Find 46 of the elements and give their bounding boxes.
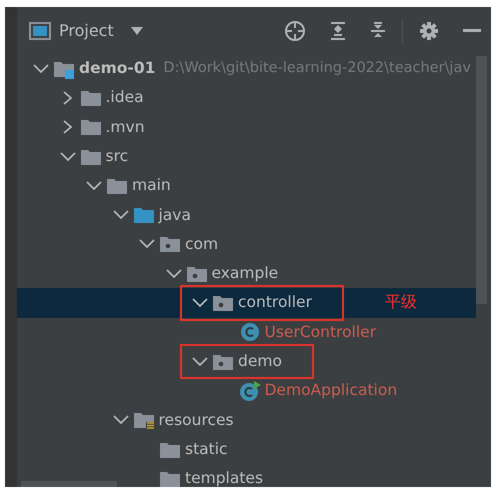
- tree-item-label: main: [132, 175, 171, 196]
- tree-item-label: .mvn: [106, 116, 145, 138]
- locate-icon[interactable]: [284, 20, 306, 42]
- tree-item-label: UserController: [264, 322, 376, 343]
- package-icon: [212, 293, 234, 314]
- annotation-note: 平级: [385, 291, 417, 314]
- tree-item-label: controller: [238, 292, 312, 314]
- tree-item-label: DemoApplication: [264, 380, 398, 402]
- horizontal-scrollbar[interactable]: [21, 481, 117, 487]
- tree-row[interactable]: .idea: [17, 83, 476, 113]
- panel-title[interactable]: Project: [59, 18, 114, 42]
- module-path: D:\Work\git\bite-learning-2022\teacher\jav: [163, 58, 471, 78]
- project-window-icon: [29, 20, 51, 40]
- tree-row[interactable]: static: [17, 434, 476, 464]
- tree-item-label: src: [106, 146, 128, 167]
- tree-row[interactable]: demo: [17, 346, 476, 376]
- tree-row[interactable]: demo-01 D:\Work\git\bite-learning-2022\teacher\jav: [17, 54, 476, 84]
- tree-row[interactable]: .mvn: [17, 112, 476, 142]
- tree-row[interactable]: com: [17, 230, 476, 260]
- expand-all-icon[interactable]: [330, 20, 346, 40]
- minimize-icon[interactable]: [463, 28, 481, 32]
- tree-item-label: static: [185, 438, 228, 460]
- tree-row[interactable]: templates: [17, 464, 476, 487]
- tree-row[interactable]: resources: [17, 406, 476, 435]
- application-class-icon: [238, 380, 260, 401]
- tree-row[interactable]: java: [17, 200, 476, 230]
- tree-row[interactable]: example: [17, 259, 476, 288]
- tree-item-label: demo-01: [79, 58, 156, 80]
- resources-folder-icon: [132, 410, 154, 430]
- tree-item-label: templates: [185, 468, 264, 487]
- tree-item-label: com: [185, 234, 218, 255]
- tree-item-label: .idea: [106, 87, 144, 108]
- tree-item-label: resources: [158, 410, 234, 431]
- tree-item-label: java: [158, 204, 191, 226]
- class-icon: [238, 322, 260, 342]
- package-icon: [159, 234, 181, 254]
- tree-row[interactable]: controller 平级: [17, 288, 476, 318]
- tree-item-label: example: [212, 263, 278, 284]
- vertical-scrollbar[interactable]: [476, 56, 487, 304]
- tree-row[interactable]: main: [17, 171, 476, 200]
- folder-icon: [80, 117, 102, 138]
- tree-item-label: demo: [238, 351, 282, 372]
- source-folder-icon: [132, 205, 154, 226]
- settings-icon[interactable]: [419, 20, 439, 40]
- dropdown-icon[interactable]: [130, 26, 144, 36]
- tree-row[interactable]: src: [17, 142, 476, 172]
